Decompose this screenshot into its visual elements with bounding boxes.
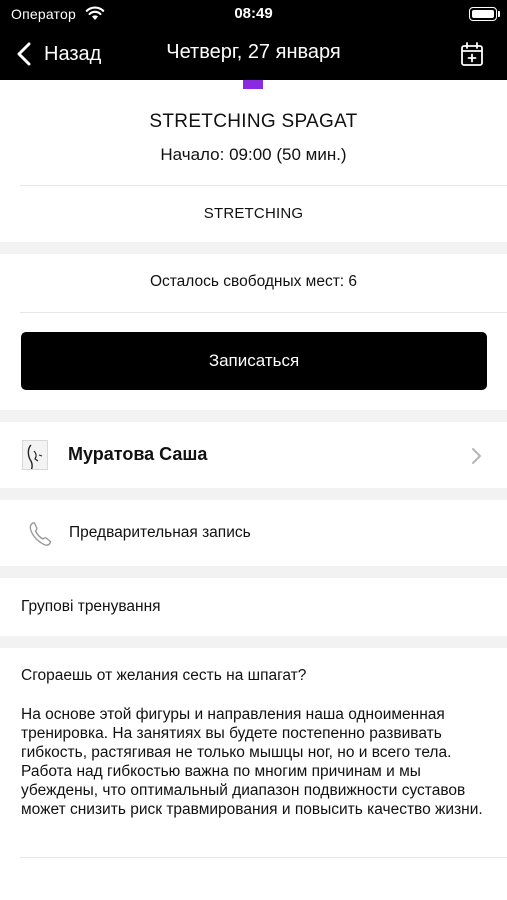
- divider: [20, 185, 507, 186]
- book-button-label: Записаться: [208, 351, 300, 370]
- section-gap: [0, 636, 507, 648]
- status-time: 08:49: [234, 5, 273, 22]
- section-gap: [0, 242, 507, 254]
- class-start-time: Начало: 09:00 (50 мин.): [160, 145, 347, 164]
- section-gap: [0, 488, 507, 500]
- class-category: STRETCHING: [203, 205, 304, 222]
- section-gap: [0, 566, 507, 578]
- page-title: Четверг, 27 января: [166, 41, 341, 63]
- free-seats-text: Осталось свободных мест: 6: [149, 273, 358, 290]
- trainer-avatar: [22, 440, 48, 470]
- preregistration-label: Предварительная запись: [69, 524, 251, 541]
- back-button[interactable]: Назад: [14, 39, 101, 69]
- description-heading: Сгораешь от желания сесть на шпагат?: [21, 667, 307, 684]
- description-body: На основе этой фигуры и направления наша…: [21, 706, 483, 818]
- phone-icon: [29, 522, 52, 546]
- trainer-name: Муратова Саша: [68, 444, 208, 464]
- battery-icon: [469, 7, 497, 21]
- chevron-left-icon: [17, 42, 31, 66]
- divider: [20, 312, 507, 313]
- top-bar: Оператор 08:49 Назад Четверг, 27 января: [0, 0, 507, 80]
- category-color-marker: [243, 80, 263, 89]
- navigation-bar: Назад Четверг, 27 января: [0, 28, 507, 80]
- class-title: STRETCHING SPAGAT: [149, 111, 358, 132]
- chevron-right-icon: [472, 448, 481, 464]
- calendar-add-icon[interactable]: [458, 40, 486, 68]
- divider: [20, 857, 507, 858]
- group-training-label: Групові тренування: [21, 598, 161, 615]
- battery-tip: [498, 11, 500, 17]
- avatar-image: [27, 444, 43, 469]
- status-bar: Оператор 08:49: [0, 0, 507, 28]
- section-gap: [0, 410, 507, 422]
- book-button[interactable]: Записаться: [21, 332, 487, 390]
- back-label: Назад: [44, 42, 102, 65]
